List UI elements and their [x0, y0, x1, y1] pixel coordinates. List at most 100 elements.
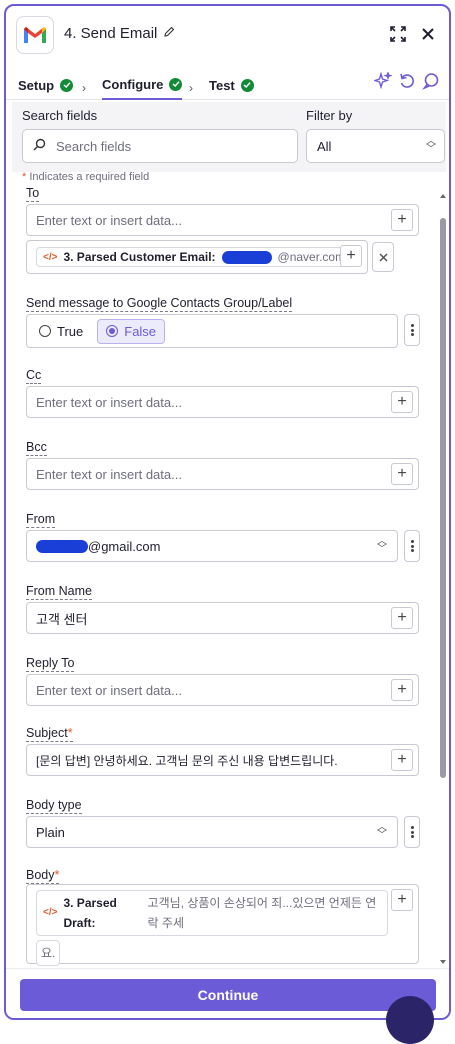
body-content: </> 3. Parsed Draft: 고객님, 상품이 손상되어 죄...있… [36, 890, 388, 966]
chat-icon[interactable] [420, 70, 442, 92]
radio-true[interactable]: True [33, 320, 89, 343]
field-label-contacts-group: Send message to Google Contacts Group/La… [26, 296, 293, 312]
body-label-text: Body [26, 868, 55, 882]
subject-label-text: Subject [26, 726, 68, 740]
panel-footer: Continue [6, 968, 449, 1018]
pill-value: 고객님, 상품이 손상되어 죄...있으면 언제든 연락 주세 [147, 896, 377, 930]
insert-data-plus-icon[interactable]: + [391, 209, 413, 231]
filter-value: All [317, 138, 332, 154]
expand-icon[interactable] [386, 22, 410, 46]
from-name-input[interactable]: 고객 센터 + [26, 602, 419, 634]
field-label-body: Body* [26, 868, 60, 884]
panel-header: 4. Send Email [6, 6, 449, 62]
field-label-from-name: From Name [26, 584, 92, 600]
pill-tail-text: 요. [41, 946, 56, 960]
field-label-cc: Cc [26, 368, 42, 384]
bcc-input[interactable]: Enter text or insert data... + [26, 458, 419, 490]
filter-select[interactable]: All ︿ ﹀ [306, 129, 445, 163]
to-placeholder: Enter text or insert data... [36, 212, 182, 228]
step-tabs: Setup › Configure › Test [6, 62, 449, 100]
body-type-select[interactable]: Plain ︿ ﹀ [26, 816, 398, 848]
continue-button[interactable]: Continue [20, 979, 436, 1011]
filter-by-label: Filter by [306, 108, 353, 123]
tab-setup[interactable]: Setup [18, 70, 74, 100]
from-value-text: @gmail.com [88, 538, 161, 554]
insert-data-plus-icon[interactable]: + [391, 463, 413, 485]
check-circle-icon [169, 77, 183, 91]
insert-data-plus-icon[interactable]: + [391, 749, 413, 771]
subject-input[interactable]: [문의 답변] 안녕하세요. 고객님 문의 주신 내용 답변드립니다. + [26, 744, 419, 776]
data-pill-tail[interactable]: 요. [36, 940, 61, 966]
pill-step: 3. Parsed Customer Email: [63, 250, 216, 264]
pill-step: 3. Parsed Draft: [63, 896, 117, 930]
fields-list: To Enter text or insert data... + </> 3.… [6, 184, 449, 968]
to-input-mapped[interactable]: </> 3. Parsed Customer Email: @naver.com… [26, 240, 368, 274]
insert-data-plus-icon[interactable]: + [391, 391, 413, 413]
contacts-group-radio: True False [26, 314, 398, 348]
insert-data-plus-icon[interactable]: + [340, 245, 362, 267]
select-arrows-icon: ︿ ﹀ [377, 536, 387, 555]
tab-configure[interactable]: Configure [102, 70, 183, 100]
close-icon[interactable] [416, 22, 440, 46]
help-chat-button[interactable] [386, 996, 434, 1044]
from-select[interactable]: @gmail.com ︿ ﹀ [26, 530, 398, 562]
radio-false-label: False [124, 323, 157, 339]
undo-icon[interactable] [396, 70, 418, 92]
tab-setup-label: Setup [18, 77, 55, 93]
required-note: * Indicates a required field [22, 171, 150, 183]
insert-data-plus-icon[interactable]: + [391, 889, 413, 911]
subject-value: [문의 답변] 안녕하세요. 고객님 문의 주신 내용 답변드립니다. [36, 753, 338, 768]
radio-circle-icon [39, 325, 51, 337]
to-input[interactable]: Enter text or insert data... + [26, 204, 419, 236]
from-name-value: 고객 센터 [36, 611, 88, 627]
code-icon: </> [43, 907, 58, 918]
gmail-logo-icon [16, 16, 54, 54]
code-icon: </> [43, 251, 58, 263]
body-type-value: Plain [36, 824, 65, 840]
radio-true-label: True [57, 323, 84, 339]
from-value: @gmail.com [36, 539, 160, 554]
tab-test-label: Test [209, 77, 235, 93]
search-fields-label: Search fields [22, 108, 98, 123]
body-textarea[interactable]: </> 3. Parsed Draft: 고객님, 상품이 손상되어 죄...있… [26, 884, 419, 966]
pencil-icon[interactable] [163, 25, 175, 42]
reply-to-input[interactable]: Enter text or insert data... + [26, 674, 419, 706]
step-title[interactable]: 4. Send Email [64, 25, 175, 42]
more-options-icon[interactable] [404, 530, 420, 562]
chevron-right-icon: › [189, 81, 193, 95]
step-title-text: 4. Send Email [64, 25, 158, 42]
required-note-text: Indicates a required field [29, 171, 150, 183]
tab-test[interactable]: Test [209, 70, 254, 100]
reply-to-placeholder: Enter text or insert data... [36, 682, 182, 698]
remove-value-close-icon[interactable] [372, 242, 394, 272]
search-icon [33, 138, 46, 154]
more-options-icon[interactable] [404, 816, 420, 848]
tab-configure-label: Configure [102, 76, 164, 92]
field-label-bcc: Bcc [26, 440, 47, 456]
search-placeholder: Search fields [56, 138, 132, 154]
cc-placeholder: Enter text or insert data... [36, 394, 182, 410]
bcc-placeholder: Enter text or insert data... [36, 466, 182, 482]
field-label-from: From [26, 512, 56, 528]
step-editor-panel: 4. Send Email Setup › Configure › Test S… [4, 4, 451, 1020]
cc-input[interactable]: Enter text or insert data... + [26, 386, 419, 418]
insert-data-plus-icon[interactable]: + [391, 679, 413, 701]
data-pill-parsed-draft[interactable]: </> 3. Parsed Draft: 고객님, 상품이 손상되어 죄...있… [36, 890, 388, 936]
data-pill-customer-email[interactable]: </> 3. Parsed Customer Email: @naver.com [36, 247, 353, 267]
check-circle-icon [240, 78, 254, 92]
more-options-icon[interactable] [404, 314, 420, 346]
redaction-mark [36, 539, 88, 553]
search-input[interactable]: Search fields [22, 129, 298, 163]
radio-false[interactable]: False [97, 318, 166, 344]
insert-data-plus-icon[interactable]: + [391, 607, 413, 629]
field-label-reply-to: Reply To [26, 656, 75, 672]
search-panel: Search fields Filter by Search fields Al… [12, 102, 446, 172]
redaction-mark [221, 250, 272, 264]
pill-value: @naver.com [277, 250, 346, 264]
chevron-right-icon: › [82, 81, 86, 95]
radio-selected-icon [106, 325, 119, 337]
select-arrows-icon: ︿ ﹀ [426, 136, 436, 155]
select-arrows-icon: ︿ ﹀ [377, 822, 387, 841]
sparkle-icon[interactable] [372, 70, 394, 92]
field-label-body-type: Body type [26, 798, 82, 814]
